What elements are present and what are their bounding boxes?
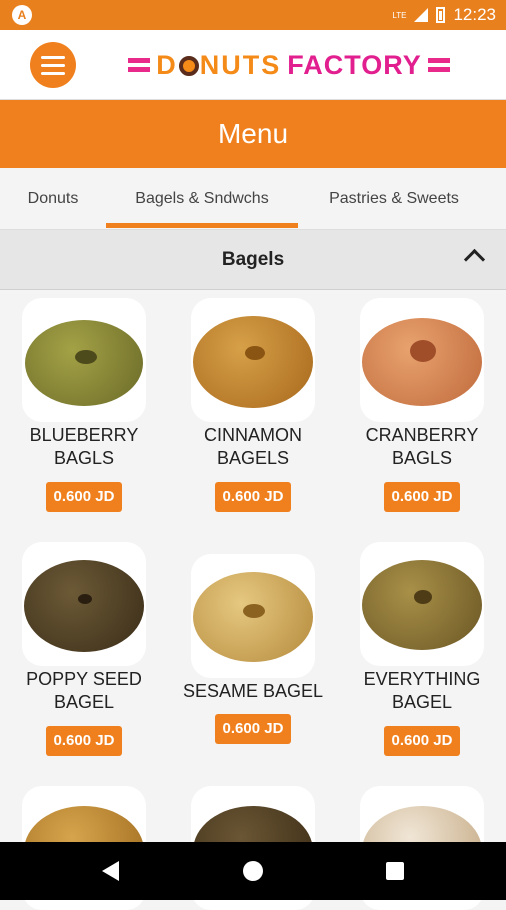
system-nav-bar [0,842,506,900]
clock: 12:23 [453,5,496,24]
network-type: LTE [392,10,407,20]
menu-line-icon [41,55,65,59]
product-image [360,298,484,422]
price-button[interactable]: 0.600 JD [384,482,460,512]
back-icon[interactable] [102,861,119,881]
home-icon[interactable] [243,861,263,881]
bagel-image [362,318,482,406]
product-image [22,298,146,422]
product-image [360,542,484,666]
product-name: BLUEBERRY BAGLS [29,425,139,468]
product-card[interactable]: CRANBERRY BAGLS 0.600 JD [338,298,506,528]
logo-word-factory: FACTORY [287,49,422,80]
active-tab-indicator [106,223,298,228]
product-card[interactable] [169,786,337,910]
menu-line-icon [41,71,65,75]
app-notification-icon: A [12,5,32,25]
tab-pastries-sweets[interactable]: Pastries & Sweets [298,168,490,229]
logo-bars-right [427,58,450,72]
bagel-image [193,316,313,408]
bagel-image [25,320,143,406]
page-title: Menu [0,100,506,168]
brand-logo: D NUTS FACTORY [122,48,456,82]
menu-line-icon [41,63,65,67]
price-button[interactable]: 0.600 JD [215,714,291,744]
product-name: CRANBERRY BAGLS [365,425,479,468]
product-card[interactable]: POPPY SEED BAGEL 0.600 JD [0,542,168,772]
product-name: CINNAMON BAGELS [204,425,302,468]
recent-apps-icon[interactable] [386,862,404,880]
product-card[interactable]: CINNAMON BAGELS 0.600 JD [169,298,337,528]
bagel-image [362,560,482,650]
section-title: Bagels [221,249,285,270]
product-image [191,554,315,678]
product-name: SESAME BAGEL [182,681,324,701]
hamburger-menu-button[interactable] [30,42,76,88]
price-button[interactable]: 0.600 JD [215,482,291,512]
tab-donuts[interactable]: Donuts [0,168,106,229]
price-button[interactable]: 0.600 JD [46,482,122,512]
product-card[interactable] [338,786,506,910]
status-bar: A LTE 12:23 [0,0,506,30]
signal-icon [414,8,429,22]
product-card[interactable]: EVERYTHING BAGEL 0.600 JD [338,542,506,772]
product-name: POPPY SEED BAGEL [26,669,142,712]
logo-word-donuts: D NUTS [156,49,282,80]
bagel-image [24,560,144,652]
price-button[interactable]: 0.600 JD [46,726,122,756]
product-card[interactable] [0,786,168,910]
tab-bagels-sandwiches[interactable]: Bagels & Sndwchs [106,168,298,229]
bagel-image [193,572,313,662]
status-right: LTE 12:23 [392,0,496,30]
section-header[interactable]: Bagels [0,230,506,290]
category-tabs: Donuts Bagels & Sndwchs Pastries & Sweet… [0,168,506,230]
app-bar: D NUTS FACTORY [0,30,506,100]
donut-icon [178,56,199,77]
logo-bars-left [128,58,151,72]
product-image [191,298,315,422]
price-button[interactable]: 0.600 JD [384,726,460,756]
battery-icon [436,7,446,23]
product-card[interactable]: BLUEBERRY BAGLS 0.600 JD [0,298,168,528]
product-card[interactable]: SESAME BAGEL 0.600 JD [169,542,337,772]
product-image [22,542,146,666]
product-name: EVERYTHING BAGEL [363,669,481,712]
